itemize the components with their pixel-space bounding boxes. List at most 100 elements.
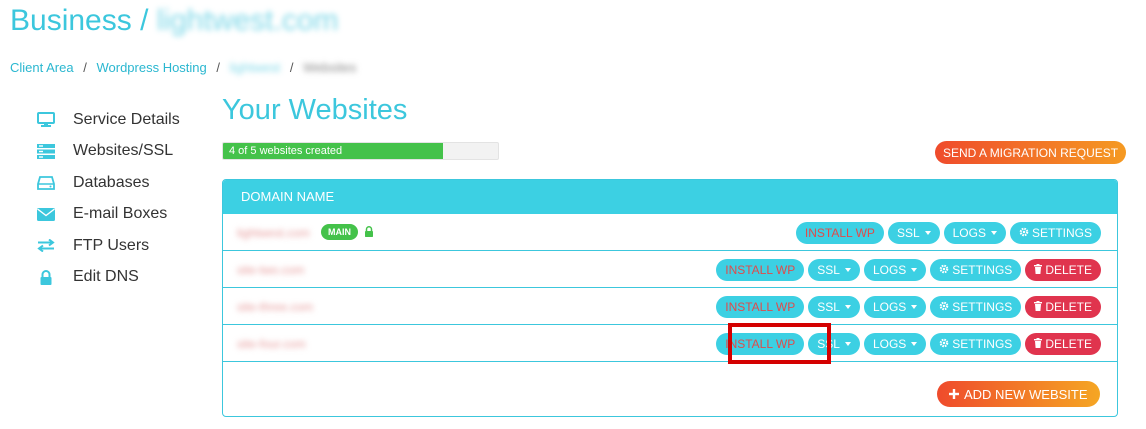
trash-icon: [1034, 337, 1043, 351]
sidebar-item-label: E-mail Boxes: [73, 205, 168, 223]
breadcrumb-separator: /: [216, 60, 221, 75]
ssl-dropdown-button[interactable]: SSL: [808, 333, 860, 355]
caret-down-icon: [911, 305, 918, 309]
sidebar-item-email-boxes[interactable]: E-mail Boxes: [36, 199, 216, 231]
settings-button[interactable]: SETTINGS: [930, 333, 1022, 355]
settings-button[interactable]: SETTINGS: [930, 259, 1022, 281]
sidebar: Service Details Websites/SSL Databases E…: [36, 104, 216, 293]
breadcrumb-wordpress-hosting[interactable]: Wordpress Hosting: [96, 60, 206, 75]
row-actions: INSTALL WP SSL LOGS SETTINGS DELETE: [716, 296, 1101, 318]
logs-label: LOGS: [872, 337, 907, 351]
trash-icon: [1034, 263, 1043, 277]
caret-down-icon: [844, 268, 851, 272]
plus-icon: [949, 387, 959, 402]
delete-label: DELETE: [1045, 337, 1092, 351]
add-new-website-label: ADD NEW WEBSITE: [964, 386, 1088, 402]
row-actions: INSTALL WP SSL LOGS SETTINGS DELETE: [716, 259, 1101, 281]
caret-down-icon: [844, 342, 851, 346]
sidebar-item-label: Websites/SSL: [73, 142, 174, 160]
page-title: Business / lightwest.com: [10, 4, 339, 38]
progress-text: 4 of 5 websites created: [229, 145, 343, 157]
row-actions: INSTALL WP SSL LOGS SETTINGS: [795, 222, 1101, 244]
delete-label: DELETE: [1045, 263, 1092, 277]
breadcrumb-separator: /: [289, 60, 294, 75]
settings-label: SETTINGS: [952, 337, 1013, 351]
logs-dropdown-button[interactable]: LOGS: [943, 222, 1006, 244]
settings-label: SETTINGS: [952, 263, 1013, 277]
caret-down-icon: [911, 268, 918, 272]
sidebar-item-service-details[interactable]: Service Details: [36, 104, 216, 136]
delete-button[interactable]: DELETE: [1025, 296, 1101, 318]
settings-button[interactable]: SETTINGS: [930, 296, 1022, 318]
add-new-website-button[interactable]: ADD NEW WEBSITE: [937, 381, 1100, 407]
ssl-dropdown-button[interactable]: SSL: [808, 259, 860, 281]
send-migration-request-button[interactable]: SEND A MIGRATION REQUEST: [935, 141, 1127, 164]
sidebar-item-edit-dns[interactable]: Edit DNS: [36, 262, 216, 294]
domain-name[interactable]: site-two.com: [237, 263, 304, 277]
table-row: site-three.com INSTALL WP SSL LOGS SETTI…: [223, 288, 1117, 325]
breadcrumb-service[interactable]: lightwest: [230, 60, 281, 75]
envelope-icon: [36, 206, 56, 222]
caret-down-icon: [911, 342, 918, 346]
delete-button[interactable]: DELETE: [1025, 259, 1101, 281]
ssl-lock-icon: [364, 224, 374, 242]
breadcrumb-current: Websites: [303, 60, 357, 75]
table-row: lightwest.com MAIN INSTALL WP SSL LOGS S…: [223, 214, 1117, 251]
sidebar-item-label: FTP Users: [73, 236, 150, 254]
sidebar-item-label: Service Details: [73, 110, 180, 128]
settings-button[interactable]: SETTINGS: [1009, 222, 1101, 244]
sidebar-item-label: Databases: [73, 173, 150, 191]
breadcrumb-client-area[interactable]: Client Area: [10, 60, 74, 75]
logs-label: LOGS: [872, 300, 907, 314]
hard-drive-icon: [36, 175, 56, 191]
sidebar-item-websites-ssl[interactable]: Websites/SSL: [36, 136, 216, 168]
settings-label: SETTINGS: [1031, 226, 1092, 240]
domain-name[interactable]: site-four.com: [237, 337, 306, 351]
table-row: site-two.com INSTALL WP SSL LOGS SETTING…: [223, 251, 1117, 288]
breadcrumb: Client Area / Wordpress Hosting / lightw…: [10, 60, 356, 75]
ssl-dropdown-button[interactable]: SSL: [887, 222, 940, 244]
logs-dropdown-button[interactable]: LOGS: [863, 259, 927, 281]
ssl-label: SSL: [817, 300, 840, 314]
install-wp-button[interactable]: INSTALL WP: [716, 259, 805, 281]
settings-label: SETTINGS: [952, 300, 1013, 314]
table-row: site-four.com INSTALL WP SSL LOGS SETTIN…: [223, 325, 1117, 362]
table-header-domain-name: DOMAIN NAME: [223, 180, 1117, 214]
ssl-label: SSL: [817, 337, 840, 351]
gear-icon: [1019, 226, 1029, 240]
ssl-dropdown-button[interactable]: SSL: [808, 296, 860, 318]
sidebar-item-databases[interactable]: Databases: [36, 167, 216, 199]
sidebar-item-ftp-users[interactable]: FTP Users: [36, 230, 216, 262]
websites-progress-bar: 4 of 5 websites created: [222, 142, 499, 160]
logs-dropdown-button[interactable]: LOGS: [863, 296, 927, 318]
row-actions: INSTALL WP SSL LOGS SETTINGS DELETE: [716, 333, 1101, 355]
server-icon: [36, 143, 56, 159]
logs-dropdown-button[interactable]: LOGS: [863, 333, 927, 355]
delete-label: DELETE: [1045, 300, 1092, 314]
install-wp-button[interactable]: INSTALL WP: [716, 296, 805, 318]
domain-name[interactable]: site-three.com: [237, 300, 313, 314]
logs-label: LOGS: [872, 263, 907, 277]
lock-icon: [36, 269, 56, 285]
trash-icon: [1034, 300, 1043, 314]
caret-down-icon: [990, 231, 997, 235]
section-title: Your Websites: [222, 94, 408, 126]
caret-down-icon: [924, 231, 931, 235]
exchange-arrows-icon: [36, 238, 56, 254]
gear-icon: [939, 300, 949, 314]
page-title-domain: lightwest.com: [156, 4, 339, 37]
delete-button[interactable]: DELETE: [1025, 333, 1101, 355]
page-title-text: Business: [10, 4, 132, 37]
caret-down-icon: [844, 305, 851, 309]
domain-name[interactable]: lightwest.com: [237, 226, 310, 240]
logs-label: LOGS: [952, 226, 986, 240]
gear-icon: [939, 337, 949, 351]
main-badge: MAIN: [321, 224, 358, 240]
gear-icon: [939, 263, 949, 277]
install-wp-button[interactable]: INSTALL WP: [795, 222, 884, 244]
monitor-icon: [36, 112, 56, 128]
ssl-label: SSL: [896, 226, 920, 240]
ssl-label: SSL: [817, 263, 840, 277]
page-title-separator: /: [140, 4, 149, 37]
install-wp-button[interactable]: INSTALL WP: [716, 333, 805, 355]
